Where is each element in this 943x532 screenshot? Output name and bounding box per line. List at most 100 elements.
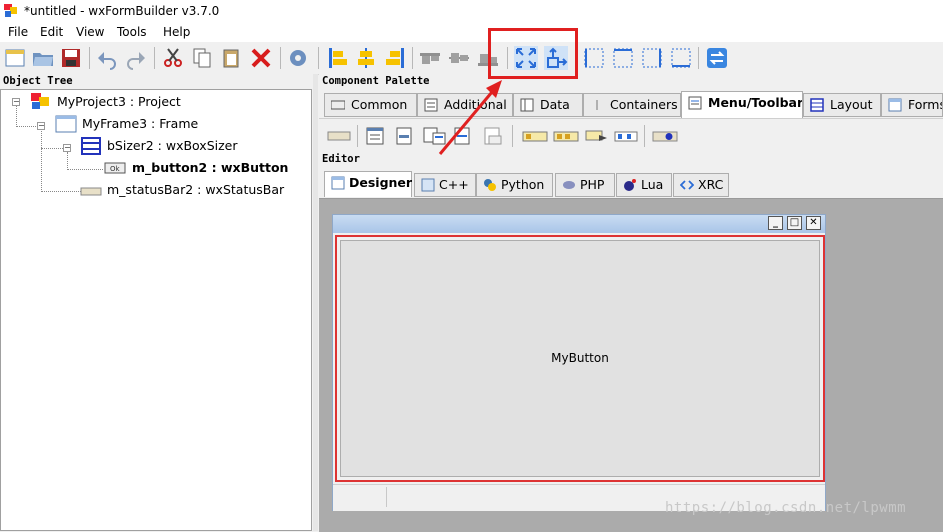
watermark: https://blog.csdn.net/lpwmm — [665, 500, 907, 516]
toolbar-separator — [698, 47, 699, 69]
containers-tab-icon — [596, 100, 598, 110]
palette-separator — [512, 125, 513, 147]
pane-splitter[interactable] — [313, 74, 318, 531]
tree-line — [41, 128, 42, 192]
palette-components — [319, 118, 943, 152]
palette-tab-strip: Common Additional Data Containers Menu/T… — [319, 91, 943, 118]
tree-item-frame[interactable]: MyFrame3 : Frame — [82, 116, 198, 131]
designer-tab-icon — [331, 176, 345, 190]
lua-tab-icon — [624, 179, 636, 191]
menubar-component-icon[interactable] — [327, 127, 351, 145]
tree-item-sizer[interactable]: bSizer2 : wxBoxSizer — [107, 138, 238, 153]
menu-edit[interactable]: Edit — [40, 25, 63, 39]
tree-line — [41, 148, 63, 149]
align-right-icon[interactable] — [383, 46, 407, 70]
frame-icon — [55, 115, 77, 133]
tab-layout[interactable]: Layout — [803, 93, 881, 117]
maximize-icon: □ — [787, 216, 802, 230]
toolbar-dropdown-component-icon[interactable] — [585, 127, 609, 145]
menu-component-icon[interactable] — [365, 127, 387, 145]
cut-icon[interactable] — [161, 46, 185, 70]
object-tree-header: Object Tree — [0, 74, 315, 89]
tree-line — [67, 169, 103, 170]
tab-php[interactable]: PHP — [555, 173, 615, 197]
data-tab-icon — [520, 98, 534, 112]
collapse-toggle[interactable]: − — [37, 122, 45, 130]
statusbar-divider — [386, 487, 387, 507]
common-tab-icon — [331, 100, 345, 110]
toolbar-separator — [154, 47, 155, 69]
delete-icon[interactable] — [249, 46, 273, 70]
border-right-icon[interactable] — [611, 46, 635, 70]
component-palette-header: Component Palette — [319, 74, 943, 89]
window-title: *untitled - wxFormBuilder v3.7.0 — [24, 4, 220, 18]
annotation-arrow — [438, 80, 502, 155]
layout-tab-icon — [810, 98, 824, 112]
menu-tools[interactable]: Tools — [117, 25, 147, 39]
new-file-icon[interactable] — [3, 46, 27, 70]
border-left-icon[interactable] — [582, 46, 606, 70]
python-tab-icon — [484, 179, 496, 191]
design-button[interactable]: MyButton — [340, 240, 820, 477]
save-icon[interactable] — [59, 46, 83, 70]
tree-item-statusbar[interactable]: m_statusBar2 : wxStatusBar — [107, 182, 284, 197]
toolbar-separator — [280, 47, 281, 69]
cpp-tab-icon — [421, 178, 435, 192]
align-left-icon[interactable] — [326, 46, 350, 70]
xrc-tab-icon — [680, 180, 694, 190]
tab-python[interactable]: Python — [476, 173, 553, 197]
tab-xrc[interactable]: XRC — [673, 173, 729, 197]
tab-common[interactable]: Common — [324, 93, 417, 117]
tree-item-project[interactable]: MyProject3 : Project — [57, 94, 181, 109]
tab-menu-toolbar[interactable]: Menu/Toolbar — [681, 91, 803, 118]
tree-line — [16, 106, 17, 127]
toolbar-tool-component-icon[interactable] — [553, 127, 579, 145]
align-center-h-icon[interactable] — [354, 46, 378, 70]
menu-bar: File Edit View Tools Help — [0, 22, 943, 42]
menu-toolbar-tab-icon — [688, 96, 702, 110]
paste-icon[interactable] — [219, 46, 243, 70]
copy-icon[interactable] — [190, 46, 214, 70]
tree-line — [67, 152, 68, 170]
object-tree[interactable]: − − − MyProject3 : Project MyFrame3 : Fr… — [0, 89, 312, 531]
align-center-v-icon[interactable] — [447, 46, 471, 70]
toolbar-separator — [412, 47, 413, 69]
tab-containers[interactable]: Containers — [583, 93, 681, 117]
tree-item-button[interactable]: m_button2 : wxButton — [132, 160, 288, 175]
menu-view[interactable]: View — [76, 25, 104, 39]
generate-code-icon[interactable] — [286, 46, 310, 70]
svg-text:Ok: Ok — [110, 165, 121, 173]
tab-forms[interactable]: Forms — [881, 93, 943, 117]
tree-line — [16, 126, 38, 127]
app-icon — [4, 4, 17, 17]
menu-item-component-icon[interactable] — [395, 127, 417, 145]
toggle-orientation-icon[interactable] — [705, 46, 729, 70]
tab-data[interactable]: Data — [513, 93, 583, 117]
info-bar-component-icon[interactable] — [652, 127, 678, 145]
toolbar-separator — [318, 47, 319, 69]
border-bottom-icon[interactable] — [669, 46, 693, 70]
palette-separator — [357, 125, 358, 147]
toolbar-control-component-icon[interactable] — [614, 127, 638, 145]
border-top-icon[interactable] — [640, 46, 664, 70]
php-tab-icon — [563, 181, 575, 189]
forms-tab-icon — [888, 98, 902, 112]
title-bar: *untitled - wxFormBuilder v3.7.0 — [0, 0, 943, 22]
palette-separator — [644, 125, 645, 147]
tab-designer[interactable]: Designer — [324, 171, 412, 197]
collapse-toggle[interactable]: − — [12, 98, 20, 106]
tool-component-icon[interactable] — [522, 127, 548, 145]
editor-tab-strip: Designer C++ Python PHP Lua XRC — [319, 169, 943, 197]
tab-lua[interactable]: Lua — [616, 173, 672, 197]
redo-icon[interactable] — [124, 46, 148, 70]
menu-file[interactable]: File — [8, 25, 28, 39]
design-frame-titlebar — [333, 215, 825, 233]
tree-line — [41, 191, 81, 192]
project-icon — [31, 93, 49, 109]
align-top-icon[interactable] — [418, 46, 442, 70]
tab-cpp[interactable]: C++ — [414, 173, 476, 197]
menu-help[interactable]: Help — [163, 25, 190, 39]
collapse-toggle[interactable]: − — [63, 144, 71, 152]
undo-icon[interactable] — [95, 46, 119, 70]
open-folder-icon[interactable] — [31, 46, 55, 70]
